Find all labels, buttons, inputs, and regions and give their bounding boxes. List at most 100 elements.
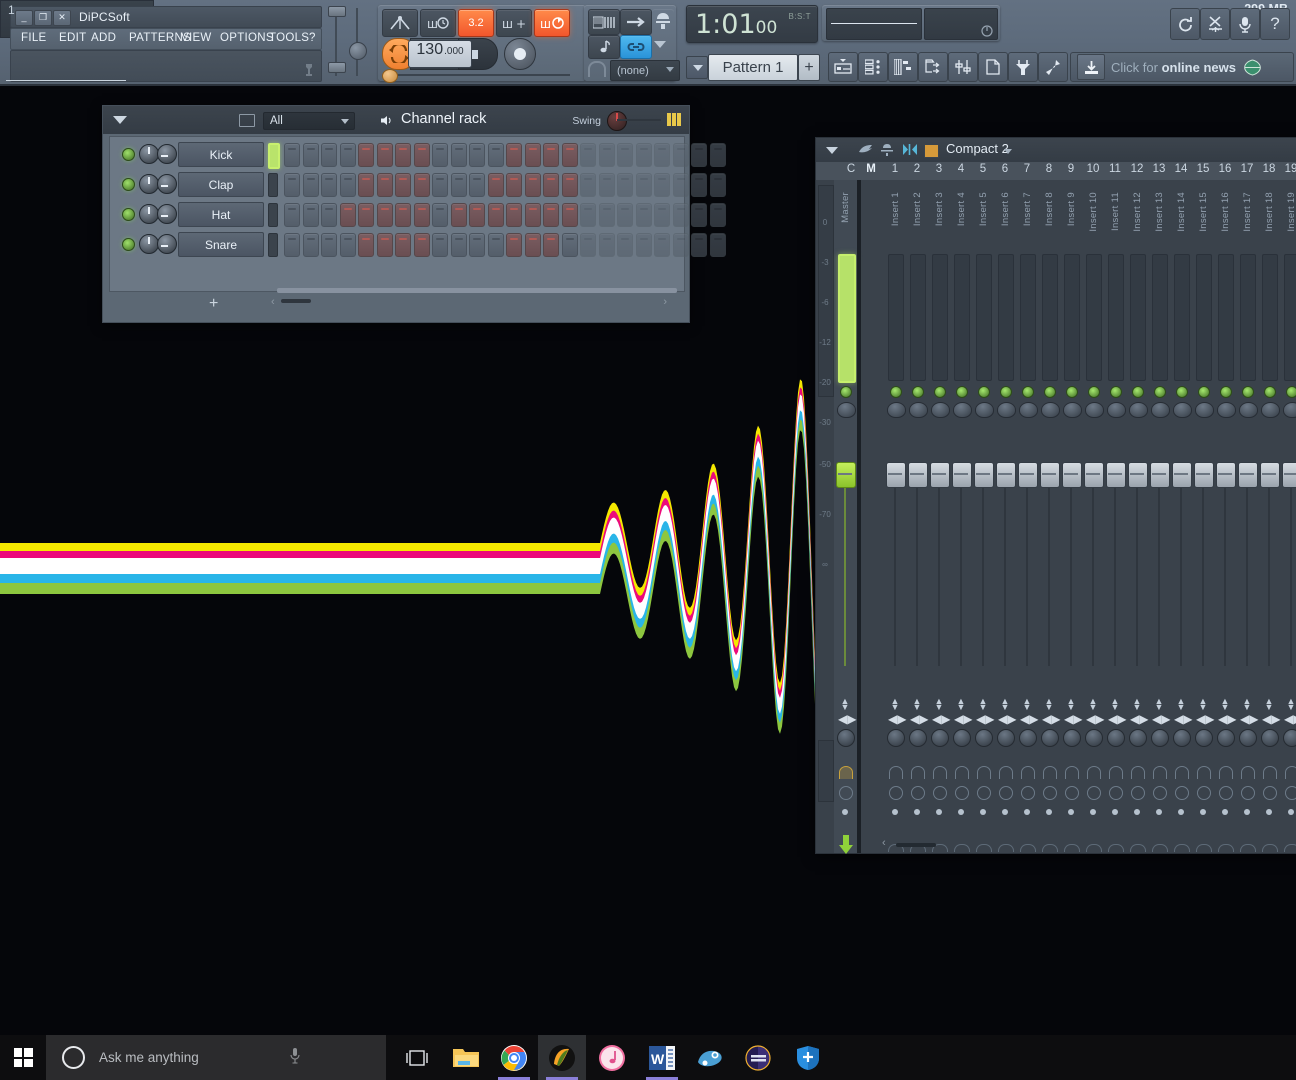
mixer-level-meter[interactable] bbox=[838, 254, 856, 383]
mixer-updown-icon[interactable]: ▲ ▼ bbox=[1263, 697, 1275, 712]
mixer-pan-knob[interactable] bbox=[887, 729, 905, 747]
mixer-pan-arrows-icon[interactable]: ◀▶ bbox=[976, 712, 994, 726]
mixer-pan-knob[interactable] bbox=[1195, 729, 1213, 747]
mixer-track-number[interactable]: 1 bbox=[884, 163, 906, 175]
mixer-route-knob[interactable] bbox=[1283, 402, 1296, 418]
mixer-pan-knob[interactable] bbox=[1217, 729, 1235, 747]
mixer-route-knob[interactable] bbox=[1239, 402, 1258, 418]
step-button[interactable] bbox=[358, 143, 374, 167]
mixer-track-number[interactable]: 14 bbox=[1170, 163, 1192, 175]
step-button[interactable] bbox=[561, 143, 578, 167]
mixer-updown-icon[interactable]: ▲ ▼ bbox=[1241, 697, 1253, 712]
step-button[interactable] bbox=[672, 203, 689, 227]
mixer-send-knob[interactable] bbox=[889, 786, 903, 800]
mixer-send-knob[interactable] bbox=[839, 786, 853, 800]
mixer-volume-fader[interactable] bbox=[1216, 462, 1236, 488]
mixer-eq-knob[interactable] bbox=[1109, 766, 1123, 779]
mixer-level-meter[interactable] bbox=[1152, 254, 1168, 381]
mixer-send-dot[interactable] bbox=[1178, 809, 1184, 815]
step-button[interactable] bbox=[469, 203, 485, 227]
mixer-updown-icon[interactable]: ▲ ▼ bbox=[1219, 697, 1231, 712]
step-button[interactable] bbox=[506, 233, 522, 257]
scroll-thumb[interactable] bbox=[896, 843, 936, 847]
mixer-track-number[interactable]: 11 bbox=[1104, 163, 1126, 175]
mixer-level-meter[interactable] bbox=[1196, 254, 1212, 381]
mixer-send-dot[interactable] bbox=[936, 809, 942, 815]
menu-item-options[interactable]: OPTIONS bbox=[220, 32, 274, 44]
step-button[interactable] bbox=[709, 233, 726, 257]
step-button[interactable] bbox=[413, 143, 430, 167]
mixer-send-dot[interactable] bbox=[1244, 809, 1250, 815]
mixer-track-number[interactable]: 16 bbox=[1214, 163, 1236, 175]
mixer-pan-arrows-icon[interactable]: ◀▶ bbox=[1130, 712, 1148, 726]
mixer-eq-knob[interactable] bbox=[977, 766, 991, 779]
mixer-volume-fader[interactable] bbox=[1282, 462, 1296, 488]
step-button[interactable] bbox=[376, 173, 393, 197]
mixer-strip-insert[interactable]: Insert 1 ▲ ▼ ◀▶ bbox=[884, 180, 906, 853]
mixer-send-dot[interactable] bbox=[1288, 809, 1294, 815]
channel-volume-knob[interactable] bbox=[157, 174, 177, 194]
mixer-track-number[interactable]: 2 bbox=[906, 163, 928, 175]
channel-selector[interactable] bbox=[268, 143, 280, 169]
mixer-track-enable-led[interactable] bbox=[978, 386, 990, 398]
mixer-strip-insert[interactable]: Insert 13 ▲ ▼ ◀▶ bbox=[1148, 180, 1170, 853]
channel-mute-led[interactable] bbox=[122, 148, 135, 161]
step-button[interactable] bbox=[321, 233, 337, 257]
step-button[interactable] bbox=[672, 173, 689, 197]
master-volume-slider[interactable] bbox=[380, 69, 576, 83]
step-button[interactable] bbox=[672, 143, 689, 167]
step-button[interactable] bbox=[691, 203, 707, 227]
plugin-picker-icon[interactable] bbox=[1008, 52, 1038, 82]
menu-item-file[interactable]: FILE bbox=[21, 32, 47, 44]
mixer-route-knob[interactable] bbox=[887, 402, 906, 418]
mixer-pan-arrows-icon[interactable]: ◀▶ bbox=[1064, 712, 1082, 726]
mixer-route-knob[interactable] bbox=[1063, 402, 1082, 418]
pattern-add-button[interactable]: + bbox=[798, 54, 820, 81]
mixer-pan-knob[interactable] bbox=[1239, 729, 1257, 747]
mixer-route-knob[interactable] bbox=[909, 402, 928, 418]
search-box[interactable]: Ask me anything bbox=[46, 1035, 386, 1080]
help-icon[interactable]: ? bbox=[1260, 8, 1290, 40]
step-button[interactable] bbox=[339, 203, 356, 227]
step-button[interactable] bbox=[487, 143, 504, 167]
step-button[interactable] bbox=[524, 143, 541, 167]
step-button[interactable] bbox=[561, 203, 578, 227]
horizontal-track-bar[interactable] bbox=[277, 288, 677, 293]
master-pitch-handle[interactable] bbox=[349, 42, 367, 60]
step-button[interactable] bbox=[506, 173, 522, 197]
mixer-route-knob[interactable] bbox=[1129, 402, 1148, 418]
metronome-icon[interactable]: ш bbox=[420, 9, 456, 37]
mixer-volume-fader[interactable] bbox=[1172, 462, 1192, 488]
mixer-volume-fader[interactable] bbox=[1238, 462, 1258, 488]
mixer-track-enable-led[interactable] bbox=[1088, 386, 1100, 398]
step-button[interactable] bbox=[284, 203, 300, 227]
step-button[interactable] bbox=[395, 143, 411, 167]
step-button[interactable] bbox=[487, 203, 504, 227]
channel-selector[interactable] bbox=[268, 233, 278, 257]
step-button[interactable] bbox=[376, 143, 393, 167]
mixer-volume-fader[interactable] bbox=[836, 462, 856, 488]
step-count-display[interactable]: 3.2 bbox=[458, 9, 494, 37]
mixer-track-enable-led[interactable] bbox=[1242, 386, 1254, 398]
mixer-send-dot[interactable] bbox=[914, 809, 920, 815]
mixer-updown-icon[interactable]: ▲ ▼ bbox=[1043, 697, 1055, 712]
mixer-send-knob[interactable] bbox=[1153, 786, 1167, 800]
mixer-pan-arrows-icon[interactable]: ◀▶ bbox=[1042, 712, 1060, 726]
mixer-pan-arrows-icon[interactable]: ◀▶ bbox=[954, 712, 972, 726]
step-button[interactable] bbox=[321, 143, 337, 167]
snap-expand-arrow-icon[interactable] bbox=[654, 41, 666, 48]
mixer-pan-knob[interactable] bbox=[1173, 729, 1191, 747]
channel-volume-knob[interactable] bbox=[157, 204, 177, 224]
piano-roll-icon[interactable] bbox=[888, 52, 918, 82]
mixer-track-number[interactable]: 7 bbox=[1016, 163, 1038, 175]
add-channel-button[interactable]: + bbox=[209, 295, 218, 313]
mixer-eq-knob[interactable] bbox=[1087, 766, 1101, 779]
channel-name-button[interactable]: Hat bbox=[178, 202, 264, 227]
menu-item-tools[interactable]: TOOLS bbox=[269, 32, 309, 44]
step-button[interactable] bbox=[691, 173, 707, 197]
step-button[interactable] bbox=[580, 203, 596, 227]
mixer-route-knob[interactable] bbox=[975, 402, 994, 418]
mixer-route-knob[interactable] bbox=[1173, 402, 1192, 418]
mixer-route-knob[interactable] bbox=[837, 402, 856, 418]
step-button[interactable] bbox=[598, 233, 615, 257]
